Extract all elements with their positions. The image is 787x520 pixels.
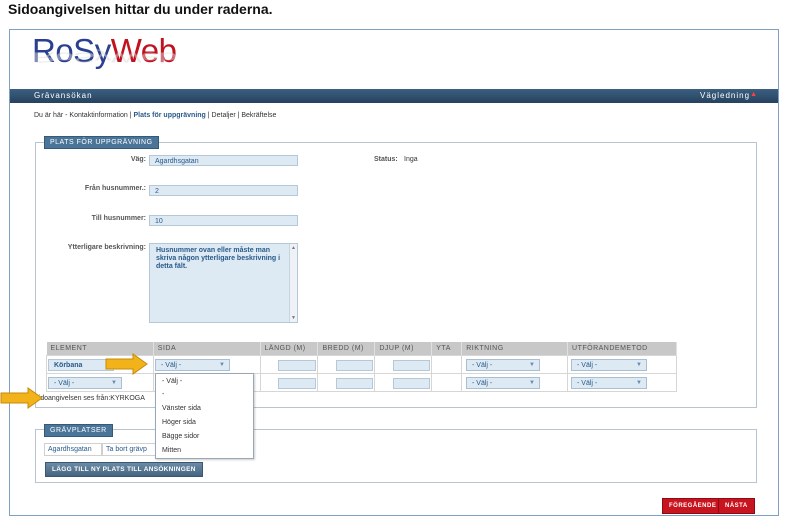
chevron-down-icon: ▼ xyxy=(529,380,535,386)
status-value: Inga xyxy=(404,156,418,163)
col-bredd: BREDD (M) xyxy=(317,342,376,355)
dropdown-option[interactable]: Höger sida xyxy=(162,419,196,426)
sida-select-value: - Välj - xyxy=(161,362,182,369)
sida-select-row1[interactable]: - Välj - ▼ xyxy=(155,359,230,371)
annotation-arrow-hint-icon xyxy=(0,387,43,409)
langd-input-row2[interactable] xyxy=(278,378,316,389)
metod-select-value-row2: - Välj - xyxy=(577,380,598,387)
chevron-down-icon: ▼ xyxy=(636,362,642,368)
fran-input[interactable]: 2 xyxy=(149,185,298,196)
djup-input-row2[interactable] xyxy=(393,378,430,389)
metod-select-value: - Välj - xyxy=(577,362,598,369)
riktning-select-value-row2: - Välj - xyxy=(472,380,493,387)
bredd-input-row2[interactable] xyxy=(336,378,373,389)
djup-input-row1[interactable] xyxy=(393,360,430,371)
col-djup: DJUP (M) xyxy=(374,342,433,355)
chevron-down-icon: ▼ xyxy=(111,380,117,386)
riktning-select-row2[interactable]: - Välj - ▼ xyxy=(466,377,540,389)
metod-select-row1[interactable]: - Välj - ▼ xyxy=(571,359,647,371)
app-window: RoSyWeb RoSyWeb Grävansökan Vägledning ▲ … xyxy=(9,29,779,516)
dropdown-option[interactable]: Bägge sidor xyxy=(162,433,199,440)
col-riktning: RIKTNING xyxy=(461,342,569,355)
till-label: Till husnummer: xyxy=(91,215,146,222)
nav-title: Grävansökan xyxy=(34,91,93,100)
vag-input[interactable]: Agardhsgatan xyxy=(149,155,298,166)
add-place-button[interactable]: LÄGG TILL NY PLATS TILL ANSÖKNINGEN xyxy=(45,462,203,477)
logo-reflection-part2: Web xyxy=(110,49,177,66)
beskrivning-text: Husnummer ovan eller måste man skriva nå… xyxy=(156,247,281,270)
logo-reflection: RoSyWeb xyxy=(32,49,176,66)
breadcrumb-suffix: | Detaljer | Bekräftelse xyxy=(207,112,277,119)
chevron-down-icon: ▼ xyxy=(529,362,535,368)
help-link[interactable]: Vägledning▲ xyxy=(700,91,758,100)
till-input[interactable]: 10 xyxy=(149,215,298,226)
metod-select-row2[interactable]: - Välj - ▼ xyxy=(571,377,647,389)
scroll-up-icon[interactable]: ▲ xyxy=(291,244,296,252)
breadcrumb-active: Plats för uppgrävning xyxy=(133,112,206,119)
riktning-select-row1[interactable]: - Välj - ▼ xyxy=(466,359,540,371)
status-label: Status: xyxy=(374,156,398,163)
help-marker-icon: ▲ xyxy=(750,91,758,98)
plats-legend: PLATS FÖR UPPGRÄVNING xyxy=(44,136,159,149)
beskrivning-label: Ytterligare beskrivning: xyxy=(67,244,146,251)
breadcrumb: Du är här - Kontaktinformation | Plats f… xyxy=(34,112,276,119)
textarea-scrollbar[interactable]: ▲ ▼ xyxy=(289,244,297,322)
element-select-row2[interactable]: - Välj - ▼ xyxy=(48,377,122,389)
col-metod: UTFÖRANDEMETOD xyxy=(567,342,677,355)
help-link-label: Vägledning xyxy=(700,91,751,100)
remove-gravplats-link[interactable]: Ta bort grävp xyxy=(102,443,162,456)
vag-label: Väg: xyxy=(130,156,146,163)
element-select-value: - Välj - xyxy=(54,380,75,387)
dropdown-option[interactable]: Mitten xyxy=(162,447,181,454)
langd-input-row1[interactable] xyxy=(278,360,316,371)
col-langd: LÄNGD (M) xyxy=(260,342,319,355)
page-caption: Sidoangivelsen hittar du under raderna. xyxy=(8,1,273,17)
chevron-down-icon: ▼ xyxy=(636,380,642,386)
sida-hint-text: Sidoangivelsen ses från:KYRKOGA xyxy=(34,395,145,402)
dropdown-option[interactable]: - Välj - xyxy=(162,378,182,385)
col-sida: SIDA xyxy=(153,342,261,355)
gravplats-name[interactable]: Agardhsgatan xyxy=(44,443,102,456)
scroll-down-icon[interactable]: ▼ xyxy=(291,314,296,322)
fran-label: Från husnummer.: xyxy=(84,185,146,192)
next-button[interactable]: NÄSTA xyxy=(718,498,755,514)
chevron-down-icon: ▼ xyxy=(219,362,225,368)
sida-dropdown-list: - Välj - - Vänster sida Höger sida Bägge… xyxy=(155,373,254,459)
riktning-select-value: - Välj - xyxy=(472,362,493,369)
top-navbar: Grävansökan Vägledning▲ xyxy=(10,89,778,103)
col-yta: YTA xyxy=(431,342,463,355)
annotation-arrow-sida-icon xyxy=(105,353,148,375)
breadcrumb-prefix: Du är här - Kontaktinformation | xyxy=(34,112,132,119)
dropdown-option[interactable]: Vänster sida xyxy=(162,405,201,412)
beskrivning-textarea[interactable]: Husnummer ovan eller måste man skriva nå… xyxy=(149,243,298,323)
dropdown-option[interactable]: - xyxy=(162,391,164,398)
previous-button[interactable]: FÖREGÅENDE xyxy=(662,498,724,514)
bredd-input-row1[interactable] xyxy=(336,360,373,371)
grav-legend: GRÄVPLATSER xyxy=(44,424,113,437)
logo-reflection-part1: RoSy xyxy=(32,49,111,66)
